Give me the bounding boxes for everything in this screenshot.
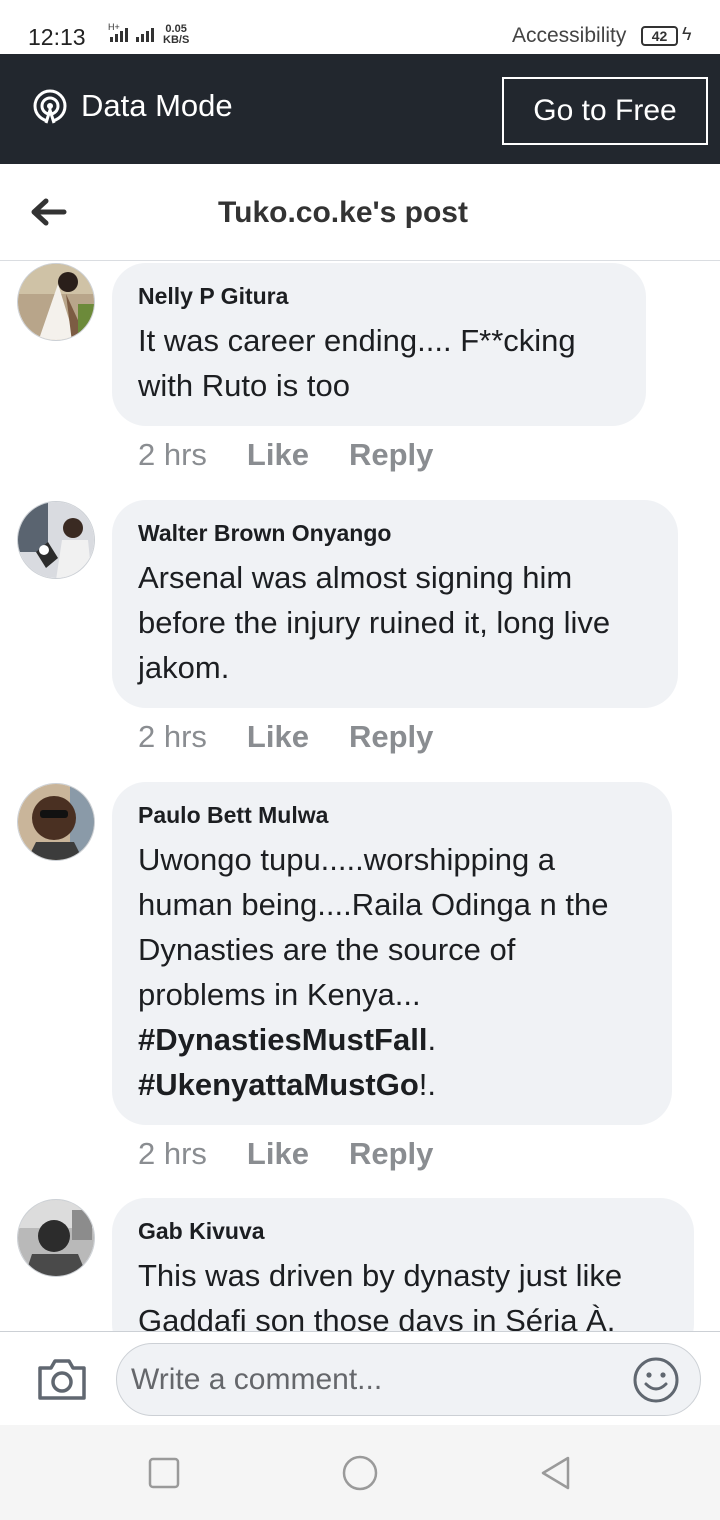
comment-author[interactable]: Gab Kivuva [138, 1218, 668, 1245]
comment-bubble: Gab Kivuva This was driven by dynasty ju… [112, 1198, 694, 1331]
speed-unit: KB/S [163, 34, 190, 46]
hashtag-suffix: . [427, 1022, 437, 1057]
comment-actions: 2 hrs Like Reply [138, 719, 433, 755]
broadcast-icon [33, 89, 67, 124]
battery-icon: 42 [641, 26, 678, 46]
comment-actions: 2 hrs Like Reply [138, 437, 433, 473]
comment-text-line: Dynasties are the source of [138, 932, 516, 967]
hashtag-suffix: !. [418, 1067, 437, 1102]
hashtag-link[interactable]: #UkenyattaMustGo [138, 1067, 419, 1102]
reply-button[interactable]: Reply [349, 719, 433, 755]
comment-text: It was career ending.... F**cking with R… [138, 323, 576, 403]
like-button[interactable]: Like [247, 437, 309, 473]
comment-list: Nelly P Gitura It was career ending.... … [0, 261, 720, 1331]
accessibility-label: Accessibility [512, 24, 627, 47]
status-bar: 12:13 H+ 0.05 KB/S Accessibility 42 ϟ [0, 0, 720, 54]
comment-text-line: problems in Kenya... [138, 977, 421, 1012]
avatar[interactable] [17, 783, 95, 861]
comment-text: Uwongo tupu.....worshipping a human bein… [138, 837, 646, 1107]
system-nav-bar [0, 1425, 720, 1520]
like-button[interactable]: Like [247, 1136, 309, 1172]
comment-author[interactable]: Nelly P Gitura [138, 283, 620, 310]
emoji-icon[interactable] [632, 1356, 680, 1404]
comment-time: 2 hrs [138, 719, 207, 754]
signal-icon [110, 28, 128, 42]
comment-bubble: Paulo Bett Mulwa Uwongo tupu.....worship… [112, 782, 672, 1125]
comment-bubble: Nelly P Gitura It was career ending.... … [112, 263, 646, 426]
comment-text: This was driven by dynasty just like Gad… [138, 1258, 623, 1331]
signal-icon [136, 28, 154, 42]
post-header: Tuko.co.ke's post [0, 164, 720, 261]
hashtag-link[interactable]: #DynastiesMustFall [138, 1022, 427, 1057]
comment-bubble: Walter Brown Onyango Arsenal was almost … [112, 500, 678, 708]
data-mode-banner: Data Mode Go to Free [0, 54, 720, 164]
data-mode-label: Data Mode [81, 88, 233, 123]
camera-icon[interactable] [36, 1356, 88, 1402]
comment-actions: 2 hrs Like Reply [138, 1136, 433, 1172]
comment-text-line: Uwongo tupu.....worshipping a [138, 842, 556, 877]
home-circle-icon[interactable] [340, 1453, 380, 1493]
comment-author[interactable]: Walter Brown Onyango [138, 520, 652, 547]
go-to-free-button[interactable]: Go to Free [502, 77, 708, 145]
avatar[interactable] [17, 1199, 95, 1277]
like-button[interactable]: Like [247, 719, 309, 755]
avatar[interactable] [17, 263, 95, 341]
network-speed: 0.05 KB/S [163, 24, 189, 46]
comment-author[interactable]: Paulo Bett Mulwa [138, 802, 646, 829]
comment-composer [0, 1331, 720, 1425]
comment-time: 2 hrs [138, 1136, 207, 1171]
back-triangle-icon[interactable] [538, 1455, 574, 1491]
status-time: 12:13 [28, 24, 86, 50]
reply-button[interactable]: Reply [349, 437, 433, 473]
comment-text: Arsenal was almost signing him before th… [138, 560, 611, 685]
recents-square-icon[interactable] [146, 1455, 182, 1491]
page-title: Tuko.co.ke's post [218, 196, 468, 229]
comment-text-line: human being....Raila Odinga n the [138, 887, 609, 922]
avatar[interactable] [17, 501, 95, 579]
charging-icon: ϟ [682, 24, 692, 44]
comment-time: 2 hrs [138, 437, 207, 472]
reply-button[interactable]: Reply [349, 1136, 433, 1172]
comment-input[interactable] [116, 1343, 701, 1416]
